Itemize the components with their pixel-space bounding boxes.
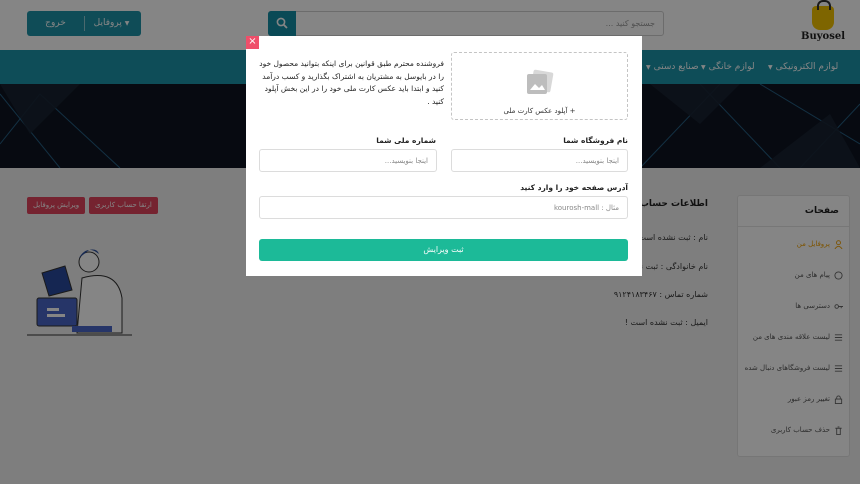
store-name-input[interactable] [451,149,628,172]
national-id-label: شماره ملی شما [376,136,436,145]
submit-edit-button[interactable]: ثبت ویرایش [259,239,628,261]
id-card-upload-area[interactable]: + آپلود عکس کارت ملی [451,52,628,120]
address-label: آدرس صفحه خود را وارد کنید [520,183,628,192]
image-icon [527,69,554,94]
upload-label: + آپلود عکس کارت ملی [503,107,576,115]
store-address-input[interactable] [259,196,628,219]
store-name-label: نام فروشگاه شما [563,136,628,145]
national-id-input[interactable] [259,149,437,172]
seller-verification-modal: × + آپلود عکس کارت ملی فروشنده محترم طبق… [246,36,642,276]
close-button[interactable]: × [246,36,259,49]
seller-notice: فروشنده محترم طبق قوانین برای اینکه بتوا… [259,59,444,106]
